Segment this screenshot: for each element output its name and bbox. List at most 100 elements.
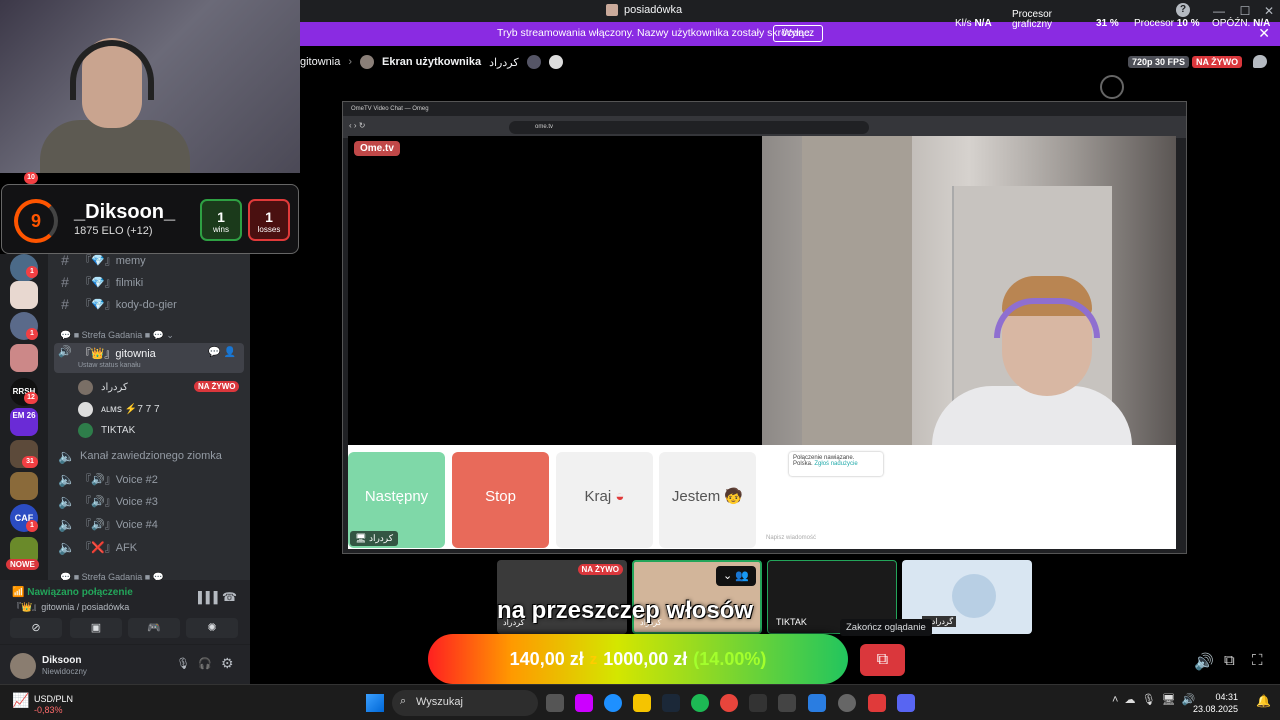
app-icon[interactable] (838, 694, 856, 712)
copilot-icon[interactable] (575, 694, 593, 712)
channel-status[interactable]: Ustaw status kanału (78, 362, 141, 369)
poland-flag-icon: ◒ (615, 488, 625, 505)
voice-channel[interactable]: 🔈 『❌』AFK (58, 537, 137, 557)
add-user-icon[interactable]: 💬 👤 (208, 347, 236, 358)
channel-name[interactable]: gitownia (300, 56, 340, 68)
help-icon[interactable]: ? (1176, 3, 1190, 17)
fullscreen-icon[interactable]: ⛶ (1252, 652, 1263, 669)
faceit-elo-card: 9 _Diksoon_ 1875 ELO (+12) 1 wins 1 losses (1, 184, 299, 254)
clock-date: 23.08.2025 (1192, 704, 1238, 714)
system-message: Połączenie nawiązane. Polska. Zgłoś nadu… (789, 452, 883, 476)
channel-item[interactable]: # 『💎』filmiki (58, 272, 143, 292)
tray-icons[interactable]: ˄ ☁ 🎙 🖥 🔊 (1112, 693, 1196, 706)
chat-icon[interactable] (1253, 55, 1267, 68)
edge-icon[interactable] (604, 694, 622, 712)
tile-menu-icon[interactable]: ⌄ 👥 (716, 566, 756, 586)
connection-status: 📶 Nawiązano połączenie (12, 587, 133, 598)
app-icon[interactable] (808, 694, 826, 712)
soundboard-button[interactable]: ✺ (186, 618, 238, 638)
popout-icon[interactable]: ⧉ (1224, 652, 1235, 669)
browser-tab[interactable]: OmeTV Video Chat — Omeg (351, 106, 431, 112)
app-icon[interactable] (778, 694, 796, 712)
avatar (78, 379, 93, 395)
country-button[interactable]: Kraj ◒ (556, 452, 653, 548)
voice-channel[interactable]: 🔈 『🔊』Voice #2 (58, 469, 158, 489)
server-icon[interactable] (10, 344, 38, 372)
weather-icon[interactable]: 📈 (12, 692, 29, 709)
stop-watching-button[interactable]: ⧉ (860, 644, 905, 676)
player-name: _Diksoon_ (74, 201, 176, 223)
spotify-icon[interactable] (691, 694, 709, 712)
voice-user[interactable]: کردراد (78, 378, 128, 396)
soundboard-icon[interactable]: ▌▌▌ (198, 592, 221, 604)
donation-current: 140,00 zł (509, 648, 584, 669)
chat-input[interactable]: Napisz wiadomość (766, 535, 816, 541)
separator-icon: › (348, 56, 353, 68)
category-header[interactable]: 💬 ■ Strefa Gadania ■ 💬 ⌄ (60, 330, 174, 341)
headphones-icon[interactable]: 🎧 (198, 657, 212, 670)
person-body (932, 386, 1132, 445)
address-bar[interactable]: ome.tv (509, 121, 869, 134)
ticker-name: USD/PLN (34, 694, 74, 704)
stop-button[interactable]: Stop (452, 452, 549, 548)
voice-channel[interactable]: 🔈 Kanał zawiedzionego ziomka (58, 446, 222, 466)
start-icon[interactable] (366, 694, 384, 712)
server-icon[interactable] (10, 472, 38, 500)
window-title: posiadówka (606, 4, 682, 16)
explorer-icon[interactable] (633, 694, 651, 712)
screen-label: Ekran użytkownika (382, 56, 482, 68)
screen-user: کردراد (489, 56, 519, 69)
microphone-icon[interactable]: 🎙 (176, 657, 190, 670)
avatar (78, 401, 93, 417)
loading-spinner-icon (1100, 75, 1124, 99)
taskview-icon[interactable] (546, 694, 564, 712)
voice-channel-label: 🔊 『👑』gitownia (58, 346, 156, 360)
gear-icon[interactable]: ⚙ (221, 655, 234, 672)
discord-icon[interactable] (897, 694, 915, 712)
app-icon[interactable] (749, 694, 767, 712)
headphones-icon (70, 40, 154, 100)
donation-percent: (14.00%) (693, 648, 767, 669)
speaker-icon: 🔈 (58, 470, 76, 487)
steam-icon[interactable] (662, 694, 680, 712)
hash-icon: # (61, 252, 69, 268)
back-icon[interactable]: ‹ › ↻ (349, 121, 365, 130)
voice-user[interactable]: TIKTAK (78, 421, 135, 439)
screenshare-button[interactable]: ▣ (70, 618, 122, 638)
voice-channel[interactable]: 🔈 『🔊』Voice #4 (58, 514, 158, 534)
banner-message: Tryb streamowania włączony. Nazwy użytko… (497, 27, 813, 39)
gender-button[interactable]: Jestem 🧒 (659, 452, 756, 548)
call-header: gitownia › Ekran użytkownika کردراد (300, 55, 563, 69)
server-icon[interactable] (10, 281, 38, 309)
activities-button[interactable]: 🎮 (128, 618, 180, 638)
voice-user[interactable]: ᴀʟᴍꜱ ⚡7 7 7 (78, 400, 160, 418)
taskbar-search[interactable]: ⌕ Wyszukaj (392, 690, 538, 716)
donation-goal-bar: 140,00 zł z 1000,00 zł (14.00%) (428, 634, 848, 684)
server-badge: 12 (24, 392, 38, 404)
disable-streamer-mode-button[interactable]: Wyłącz (773, 25, 824, 42)
avatar (526, 55, 541, 69)
channel-item[interactable]: # 『💎』kody-do-gier (58, 294, 177, 314)
avatar[interactable] (10, 653, 36, 679)
volume-icon[interactable]: 🔊 (1194, 652, 1214, 672)
hash-icon: # (61, 274, 69, 290)
chrome-icon[interactable] (720, 694, 738, 712)
brave-icon[interactable] (868, 694, 886, 712)
server-badge: 10 (24, 172, 38, 184)
losses-box: 1 losses (248, 199, 290, 241)
connection-channel[interactable]: 『👑』gitownia / posiadówka (12, 600, 129, 613)
voice-channel[interactable]: 🔈 『🔊』Voice #3 (58, 491, 158, 511)
speaker-icon: 🔈 (58, 515, 76, 532)
disconnect-icon[interactable]: ☎ (222, 590, 237, 604)
stat-kbs: Kl/s N/A (955, 18, 992, 29)
streaming-banner: Tryb streamowania włączony. Nazwy użytko… (300, 22, 1280, 46)
end-viewing-tooltip: Zakończ oglądanie (840, 619, 932, 636)
level-icon: 9 (14, 199, 58, 243)
camera-button[interactable]: ⊘ (10, 618, 62, 638)
user-tag: 🖥 کردراد (350, 531, 399, 546)
active-voice-channel[interactable]: 🔊 『👑』gitownia Ustaw status kanału 💬 👤 (54, 343, 244, 373)
notification-icon[interactable]: 🔔 (1256, 694, 1271, 708)
avatar (548, 55, 563, 69)
server-icon[interactable]: EM 26 (10, 408, 38, 436)
report-link[interactable]: Zgłoś nadużycie (814, 461, 857, 467)
